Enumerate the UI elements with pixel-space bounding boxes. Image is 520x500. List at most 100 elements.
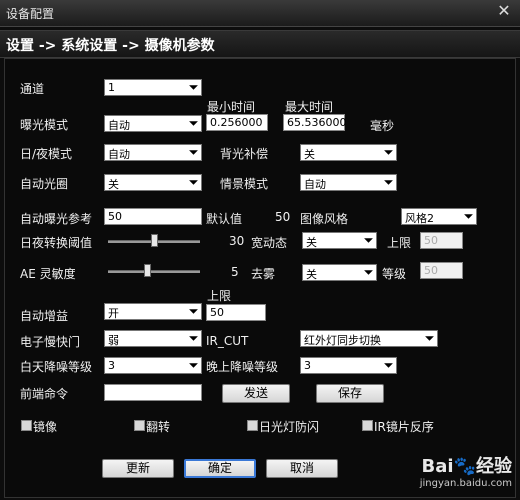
night-nr-value: 3 <box>304 359 311 372</box>
auto-iris-value: 关 <box>108 178 119 191</box>
title-bar: 设备配置 ✕ <box>0 0 520 27</box>
anti-flicker-label: 日光灯防闪 <box>259 420 320 434</box>
defog-level-value: 50 <box>424 264 438 277</box>
ms-unit-label: 毫秒 <box>370 119 395 133</box>
window-title: 设备配置 <box>6 7 55 21</box>
ir-cut-label: IR_CUT <box>206 334 249 348</box>
exposure-mode-value: 自动 <box>108 119 130 132</box>
breadcrumb-bar: 设置 -> 系统设置 -> 摄像机参数 <box>0 30 520 58</box>
ir-cut-value: 红外灯同步切换 <box>304 334 381 347</box>
image-style-select[interactable]: 风格2 <box>401 208 477 225</box>
slider-thumb[interactable] <box>144 264 151 277</box>
scene-mode-value: 自动 <box>304 178 326 191</box>
watermark-brand2-text: 经验 <box>476 456 512 477</box>
wide-dynamic-limit-input[interactable]: 50 <box>420 232 463 249</box>
ae-reference-label: 自动曝光参考 <box>20 212 93 226</box>
max-time-value: 65.536000 <box>287 116 347 129</box>
chevron-down-icon <box>425 336 434 341</box>
device-config-window: 设备配置 ✕ 设置 -> 系统设置 -> 摄像机参数 通道 1 最小时间 最大时… <box>0 0 520 500</box>
refresh-button[interactable]: 更新 <box>102 459 174 478</box>
send-button[interactable]: 发送 <box>222 384 290 403</box>
watermark-brand: Bai🐾经验 <box>422 452 512 478</box>
watermark-brand-text: Bai <box>421 456 454 477</box>
channel-label: 通道 <box>20 82 45 96</box>
wide-dynamic-value: 关 <box>306 236 317 249</box>
channel-select[interactable]: 1 <box>104 79 202 96</box>
auto-iris-label: 自动光圈 <box>20 177 69 191</box>
chevron-down-icon <box>189 309 198 314</box>
auto-gain-select[interactable]: 开 <box>104 303 202 320</box>
chevron-down-icon <box>384 363 393 368</box>
day-nr-value: 3 <box>108 359 115 372</box>
cancel-button[interactable]: 取消 <box>266 459 338 478</box>
e-shutter-label: 电子慢快门 <box>20 335 81 349</box>
day-nr-select[interactable]: 3 <box>104 357 202 374</box>
chevron-down-icon <box>384 150 393 155</box>
image-style-label: 图像风格 <box>300 212 349 226</box>
ae-sensitivity-label: AE 灵敏度 <box>20 267 76 281</box>
close-icon[interactable]: ✕ <box>496 3 512 19</box>
ir-cut-select[interactable]: 红外灯同步切换 <box>300 330 438 347</box>
gain-limit-input[interactable]: 50 <box>206 304 266 321</box>
e-shutter-select[interactable]: 弱 <box>104 330 202 347</box>
backlight-label: 背光补偿 <box>220 147 269 161</box>
min-time-value: 0.256000 <box>210 116 263 129</box>
save-button[interactable]: 保存 <box>316 384 384 403</box>
ae-reference-input[interactable]: 50 <box>104 208 202 225</box>
defog-label: 去雾 <box>251 267 276 281</box>
dn-threshold-slider[interactable] <box>108 234 200 248</box>
defog-level-label: 等级 <box>382 267 407 281</box>
auto-iris-select[interactable]: 关 <box>104 174 202 191</box>
day-night-select[interactable]: 自动 <box>104 144 202 161</box>
chevron-down-icon <box>189 150 198 155</box>
chevron-down-icon <box>189 85 198 90</box>
wide-dynamic-label: 宽动态 <box>251 236 288 250</box>
paw-icon: 🐾 <box>453 456 476 477</box>
baidu-watermark: Bai🐾经验 jingyan.baidu.com <box>384 452 514 496</box>
default-value-label: 默认值 <box>206 212 243 226</box>
mirror-checkbox[interactable] <box>21 420 32 431</box>
front-cmd-label: 前端命令 <box>20 387 69 401</box>
dn-threshold-number: 30 <box>229 234 245 248</box>
chevron-down-icon <box>189 336 198 341</box>
scene-mode-select[interactable]: 自动 <box>300 174 397 191</box>
image-style-value: 风格2 <box>405 212 434 225</box>
chevron-down-icon <box>189 363 198 368</box>
breadcrumb: 设置 -> 系统设置 -> 摄像机参数 <box>6 38 215 54</box>
wide-dynamic-select[interactable]: 关 <box>302 232 377 249</box>
ok-button[interactable]: 确定 <box>184 459 256 478</box>
ae-sensitivity-number: 5 <box>231 265 239 279</box>
watermark-url: jingyan.baidu.com <box>419 478 512 489</box>
channel-value: 1 <box>108 81 115 94</box>
front-cmd-input[interactable] <box>104 384 202 401</box>
exposure-mode-select[interactable]: 自动 <box>104 115 202 132</box>
night-nr-label: 晚上降噪等级 <box>206 360 279 374</box>
gain-upper-limit-label: 上限 <box>207 289 232 303</box>
mirror-label: 镜像 <box>33 420 58 434</box>
defog-select[interactable]: 关 <box>302 264 377 281</box>
slider-track <box>108 270 200 273</box>
gain-limit-value: 50 <box>210 306 224 319</box>
default-value-number: 50 <box>275 210 291 224</box>
day-nr-label: 白天降噪等级 <box>20 360 93 374</box>
defog-value: 关 <box>306 268 317 281</box>
chevron-down-icon <box>464 214 473 219</box>
flip-checkbox[interactable] <box>134 420 145 431</box>
anti-flicker-checkbox[interactable] <box>247 420 258 431</box>
slider-thumb[interactable] <box>151 234 158 247</box>
max-time-input[interactable]: 65.536000 <box>283 114 347 131</box>
upper-limit-label: 上限 <box>387 236 412 250</box>
ae-sensitivity-slider[interactable] <box>108 264 200 278</box>
dn-threshold-label: 日夜转换阈值 <box>20 236 93 250</box>
backlight-select[interactable]: 关 <box>300 144 397 161</box>
e-shutter-value: 弱 <box>108 334 119 347</box>
ir-reverse-checkbox[interactable] <box>362 420 373 431</box>
night-nr-select[interactable]: 3 <box>300 357 397 374</box>
min-time-label: 最小时间 <box>207 100 256 114</box>
min-time-input[interactable]: 0.256000 <box>206 114 268 131</box>
defog-level-input[interactable]: 50 <box>420 262 463 279</box>
flip-label: 翻转 <box>146 420 171 434</box>
ae-reference-value: 50 <box>108 210 122 223</box>
auto-gain-label: 自动增益 <box>20 309 69 323</box>
chevron-down-icon <box>189 180 198 185</box>
